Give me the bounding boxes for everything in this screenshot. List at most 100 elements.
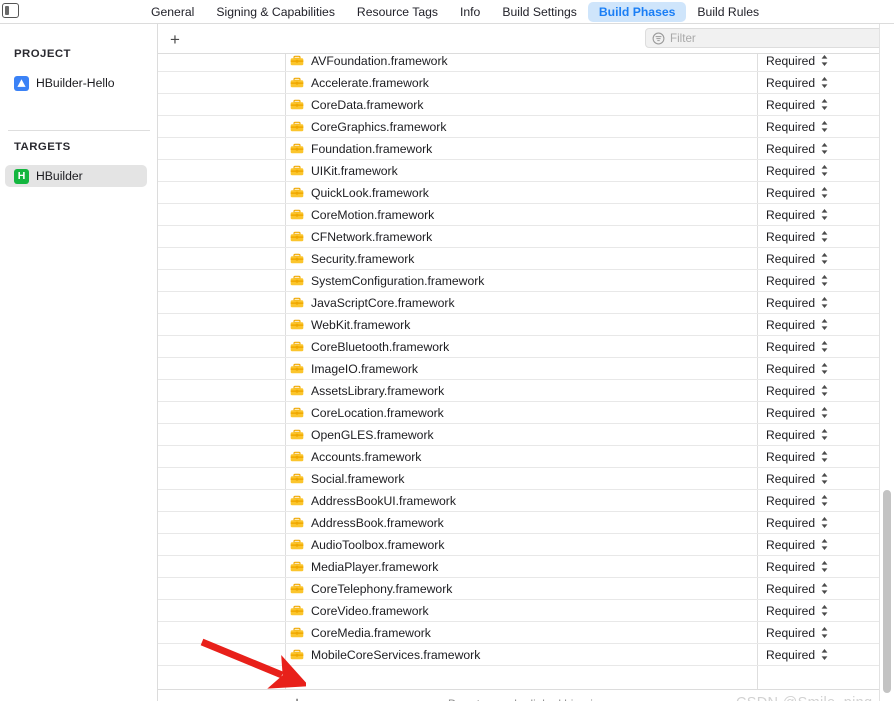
table-row[interactable]: CFNetwork.framework Required [158,226,894,248]
table-row[interactable]: QuickLook.framework Required [158,182,894,204]
add-framework-button[interactable]: + [287,694,307,701]
status-dropdown[interactable]: Required [766,296,829,310]
chevron-updown-icon[interactable] [820,98,829,111]
chevron-updown-icon[interactable] [820,648,829,661]
status-dropdown[interactable]: Required [766,76,829,90]
chevron-updown-icon[interactable] [820,516,829,529]
status-dropdown[interactable]: Required [766,230,829,244]
remove-framework-button[interactable]: − [311,694,331,701]
status-dropdown[interactable]: Required [766,494,829,508]
table-row[interactable]: ImageIO.framework Required [158,358,894,380]
status-dropdown[interactable]: Required [766,428,829,442]
table-row[interactable]: Social.framework Required [158,468,894,490]
chevron-updown-icon[interactable] [820,560,829,573]
status-dropdown[interactable]: Required [766,318,829,332]
table-row[interactable]: CoreMotion.framework Required [158,204,894,226]
table-row[interactable]: CoreBluetooth.framework Required [158,336,894,358]
chevron-updown-icon[interactable] [820,186,829,199]
table-row[interactable]: SystemConfiguration.framework Required [158,270,894,292]
chevron-updown-icon[interactable] [820,208,829,221]
chevron-updown-icon[interactable] [820,626,829,639]
status-dropdown[interactable]: Required [766,142,829,156]
table-row[interactable]: CoreVideo.framework Required [158,600,894,622]
chevron-updown-icon[interactable] [820,406,829,419]
chevron-updown-icon[interactable] [820,230,829,243]
chevron-updown-icon[interactable] [820,318,829,331]
tab-build-settings[interactable]: Build Settings [491,2,588,22]
chevron-updown-icon[interactable] [820,428,829,441]
table-row[interactable]: AssetsLibrary.framework Required [158,380,894,402]
chevron-updown-icon[interactable] [820,604,829,617]
tab-build-rules[interactable]: Build Rules [686,2,770,22]
status-dropdown[interactable]: Required [766,648,829,662]
status-dropdown[interactable]: Required [766,186,829,200]
chevron-updown-icon[interactable] [820,582,829,595]
table-row[interactable]: JavaScriptCore.framework Required [158,292,894,314]
chevron-updown-icon[interactable] [820,274,829,287]
status-dropdown[interactable]: Required [766,384,829,398]
status-dropdown[interactable]: Required [766,98,829,112]
table-row[interactable]: Accelerate.framework Required [158,72,894,94]
status-dropdown[interactable]: Required [766,626,829,640]
status-dropdown[interactable]: Required [766,340,829,354]
vertical-scrollbar[interactable] [879,24,894,701]
status-dropdown[interactable]: Required [766,252,829,266]
chevron-updown-icon[interactable] [820,252,829,265]
table-row[interactable]: Foundation.framework Required [158,138,894,160]
sidebar-toggle-icon[interactable] [2,3,19,18]
table-row[interactable]: AddressBookUI.framework Required [158,490,894,512]
status-dropdown[interactable]: Required [766,406,829,420]
status-dropdown[interactable]: Required [766,120,829,134]
tab-general[interactable]: General [140,2,205,22]
table-row[interactable]: AddressBook.framework Required [158,512,894,534]
status-dropdown[interactable]: Required [766,450,829,464]
table-row[interactable]: Security.framework Required [158,248,894,270]
chevron-updown-icon[interactable] [820,472,829,485]
table-row[interactable]: MediaPlayer.framework Required [158,556,894,578]
plus-icon[interactable]: + [164,28,186,50]
status-dropdown[interactable]: Required [766,274,829,288]
sidebar-item-target-hbuilder[interactable]: H HBuilder [5,165,147,187]
status-dropdown[interactable]: Required [766,362,829,376]
table-row[interactable]: MobileCoreServices.framework Required [158,644,894,666]
scrollbar-thumb[interactable] [883,490,891,693]
sidebar-item-project[interactable]: HBuilder-Hello [5,72,147,94]
tab-signing-capabilities[interactable]: Signing & Capabilities [205,2,346,22]
chevron-updown-icon[interactable] [820,384,829,397]
table-row[interactable]: Accounts.framework Required [158,446,894,468]
chevron-updown-icon[interactable] [820,450,829,463]
table-row[interactable]: CoreTelephony.framework Required [158,578,894,600]
tab-resource-tags[interactable]: Resource Tags [346,2,449,22]
status-dropdown[interactable]: Required [766,560,829,574]
table-row[interactable]: AVFoundation.framework Required [158,54,894,72]
table-row[interactable]: CoreGraphics.framework Required [158,116,894,138]
chevron-updown-icon[interactable] [820,340,829,353]
filter-input[interactable]: Filter [645,28,885,48]
status-dropdown[interactable]: Required [766,604,829,618]
chevron-updown-icon[interactable] [820,494,829,507]
chevron-updown-icon[interactable] [820,164,829,177]
status-dropdown[interactable]: Required [766,54,829,68]
table-row[interactable]: CoreData.framework Required [158,94,894,116]
status-dropdown[interactable]: Required [766,582,829,596]
status-dropdown[interactable]: Required [766,538,829,552]
tab-info[interactable]: Info [449,2,491,22]
chevron-updown-icon[interactable] [820,142,829,155]
table-row[interactable]: CoreMedia.framework Required [158,622,894,644]
table-row[interactable]: WebKit.framework Required [158,314,894,336]
table-row[interactable]: OpenGLES.framework Required [158,424,894,446]
chevron-updown-icon[interactable] [820,76,829,89]
status-dropdown[interactable]: Required [766,516,829,530]
status-dropdown[interactable]: Required [766,164,829,178]
chevron-updown-icon[interactable] [820,538,829,551]
table-row[interactable]: UIKit.framework Required [158,160,894,182]
status-dropdown[interactable]: Required [766,208,829,222]
table-row[interactable]: AudioToolbox.framework Required [158,534,894,556]
table-row[interactable]: CoreLocation.framework Required [158,402,894,424]
chevron-updown-icon[interactable] [820,54,829,67]
tab-build-phases[interactable]: Build Phases [587,1,687,23]
chevron-updown-icon[interactable] [820,362,829,375]
chevron-updown-icon[interactable] [820,296,829,309]
chevron-updown-icon[interactable] [820,120,829,133]
status-dropdown[interactable]: Required [766,472,829,486]
